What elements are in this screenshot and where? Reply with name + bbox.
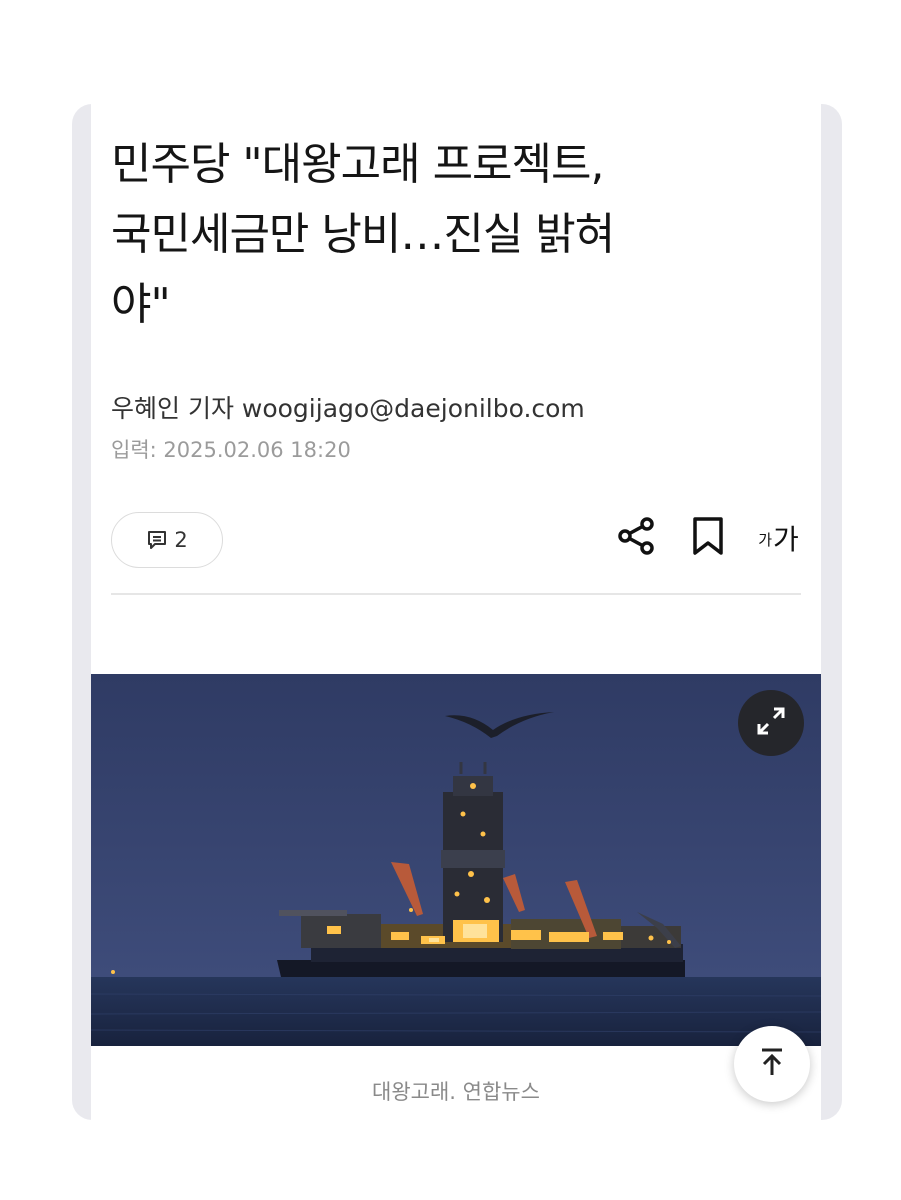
arrow-up-to-top-icon (757, 1046, 787, 1082)
comment-count: 2 (174, 528, 188, 552)
title-line-2: 국민세금만 낭비…진실 밝혀 (111, 209, 615, 260)
article-title: 민주당 "대왕고래 프로젝트, 국민세금만 낭비…진실 밝혀 야" (111, 130, 801, 340)
share-button[interactable] (613, 514, 661, 562)
comment-button[interactable]: 2 (111, 512, 223, 568)
font-size-small-label: 가 (758, 531, 773, 549)
dateline: 입력: 2025.02.06 18:20 (111, 438, 351, 462)
divider (111, 593, 801, 595)
comment-icon (146, 529, 168, 551)
article-photo[interactable] (91, 674, 821, 1046)
photo-caption: 대왕고래. 연합뉴스 (372, 1080, 540, 1104)
bookmark-button[interactable] (688, 514, 728, 562)
byline: 우혜인 기자 woogijago@daejonilbo.com (111, 394, 585, 423)
bookmark-icon (691, 516, 725, 560)
font-size-large-label: 가 (773, 523, 799, 556)
share-icon (615, 514, 659, 562)
title-line-3: 야" (111, 279, 171, 330)
article-card: 민주당 "대왕고래 프로젝트, 국민세금만 낭비…진실 밝혀 야" 우혜인 기자… (91, 104, 821, 1120)
scroll-to-top-button[interactable] (734, 1026, 810, 1102)
expand-image-button[interactable] (738, 690, 804, 756)
expand-icon (754, 704, 788, 742)
font-size-button[interactable]: 가 가 (751, 514, 806, 562)
title-line-1: 민주당 "대왕고래 프로젝트, (111, 139, 604, 190)
